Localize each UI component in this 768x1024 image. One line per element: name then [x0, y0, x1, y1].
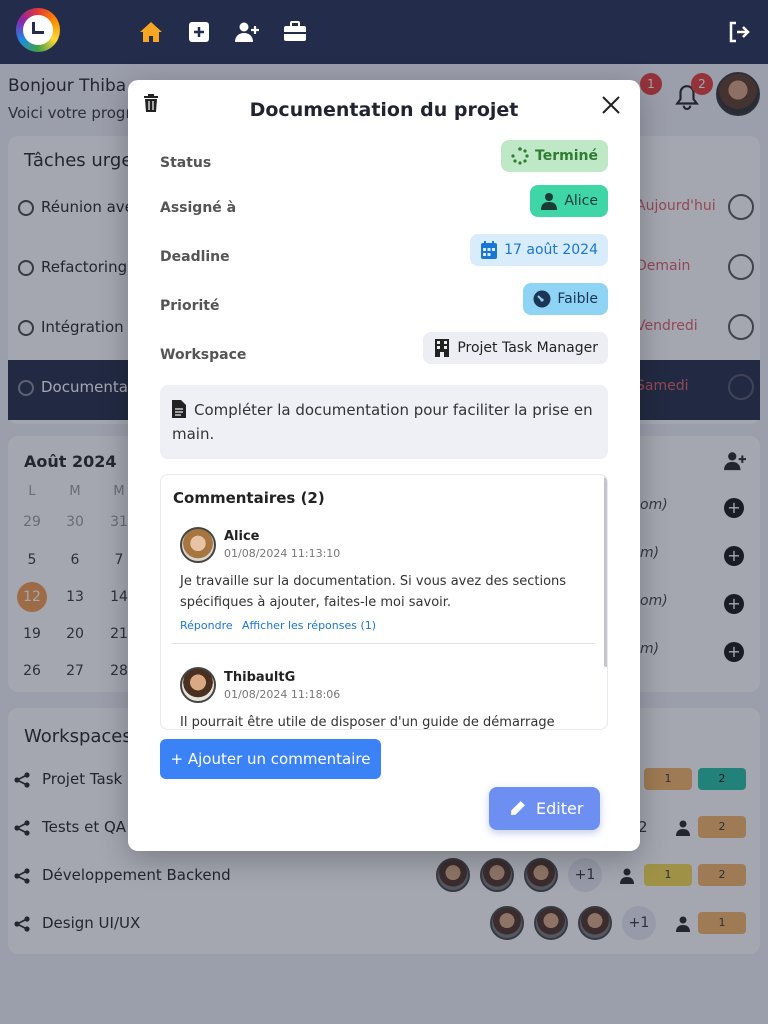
add-task-icon[interactable]: [187, 20, 211, 44]
priority-label: Priorité: [160, 298, 220, 314]
assigned-label: Assigné à: [160, 200, 237, 216]
building-icon: [435, 339, 450, 357]
show-replies-link[interactable]: Afficher les réponses (1): [242, 619, 376, 632]
status-label: Status: [160, 155, 212, 171]
comment-text: Je travaille sur la documentation. Si vo…: [180, 574, 567, 610]
comment-text: Il pourrait être utile de disposer d'un …: [180, 715, 555, 730]
home-icon[interactable]: [139, 20, 163, 44]
gauge-icon: [533, 290, 551, 308]
description-text: Compléter la documentation pour facilite…: [172, 401, 593, 443]
assignee-value: Alice: [564, 193, 598, 209]
comment-author: Alice: [224, 529, 260, 544]
task-detail-modal: Documentation du projet Status Terminé A…: [128, 80, 640, 851]
deadline-value: 17 août 2024: [504, 242, 598, 258]
logout-icon[interactable]: [727, 20, 751, 44]
deadline-badge[interactable]: 17 août 2024: [470, 234, 608, 266]
add-user-icon[interactable]: [235, 20, 259, 44]
top-navbar: [0, 0, 768, 64]
priority-badge[interactable]: Faible: [523, 283, 608, 315]
status-value: Terminé: [535, 148, 598, 164]
avatar: [180, 667, 216, 703]
deadline-label: Deadline: [160, 249, 230, 265]
workspace-label: Workspace: [160, 347, 247, 363]
comment-time: 01/08/2024 11:13:10: [224, 547, 341, 560]
briefcase-icon[interactable]: [283, 20, 307, 44]
edit-button[interactable]: Editer: [489, 787, 600, 830]
description-box: Compléter la documentation pour facilite…: [160, 385, 608, 459]
comments-panel: Commentaires (2) Alice 01/08/2024 11:13:…: [160, 474, 608, 730]
workspace-value: Projet Task Manager: [457, 340, 598, 356]
avatar: [180, 527, 216, 563]
app-logo[interactable]: [16, 8, 60, 52]
priority-value: Faible: [557, 291, 598, 307]
comments-scrollbar[interactable]: [604, 477, 607, 667]
assignee-badge[interactable]: Alice: [530, 185, 608, 217]
edit-label: Editer: [536, 799, 584, 818]
calendar-icon: [481, 241, 498, 259]
comments-title: Commentaires (2): [173, 489, 325, 507]
comment-author: ThibaultG: [224, 670, 296, 685]
reply-link[interactable]: Répondre: [180, 619, 233, 632]
workspace-badge[interactable]: Projet Task Manager: [423, 332, 608, 364]
pencil-icon: [511, 801, 525, 815]
comment-time: 01/08/2024 11:18:06: [224, 688, 341, 701]
add-comment-button[interactable]: + Ajouter un commentaire: [160, 739, 381, 779]
modal-title: Documentation du projet: [249, 99, 519, 121]
status-badge[interactable]: Terminé: [501, 140, 608, 172]
user-icon: [541, 193, 558, 210]
comment-divider: [171, 643, 595, 644]
spinner-icon: [511, 147, 529, 165]
